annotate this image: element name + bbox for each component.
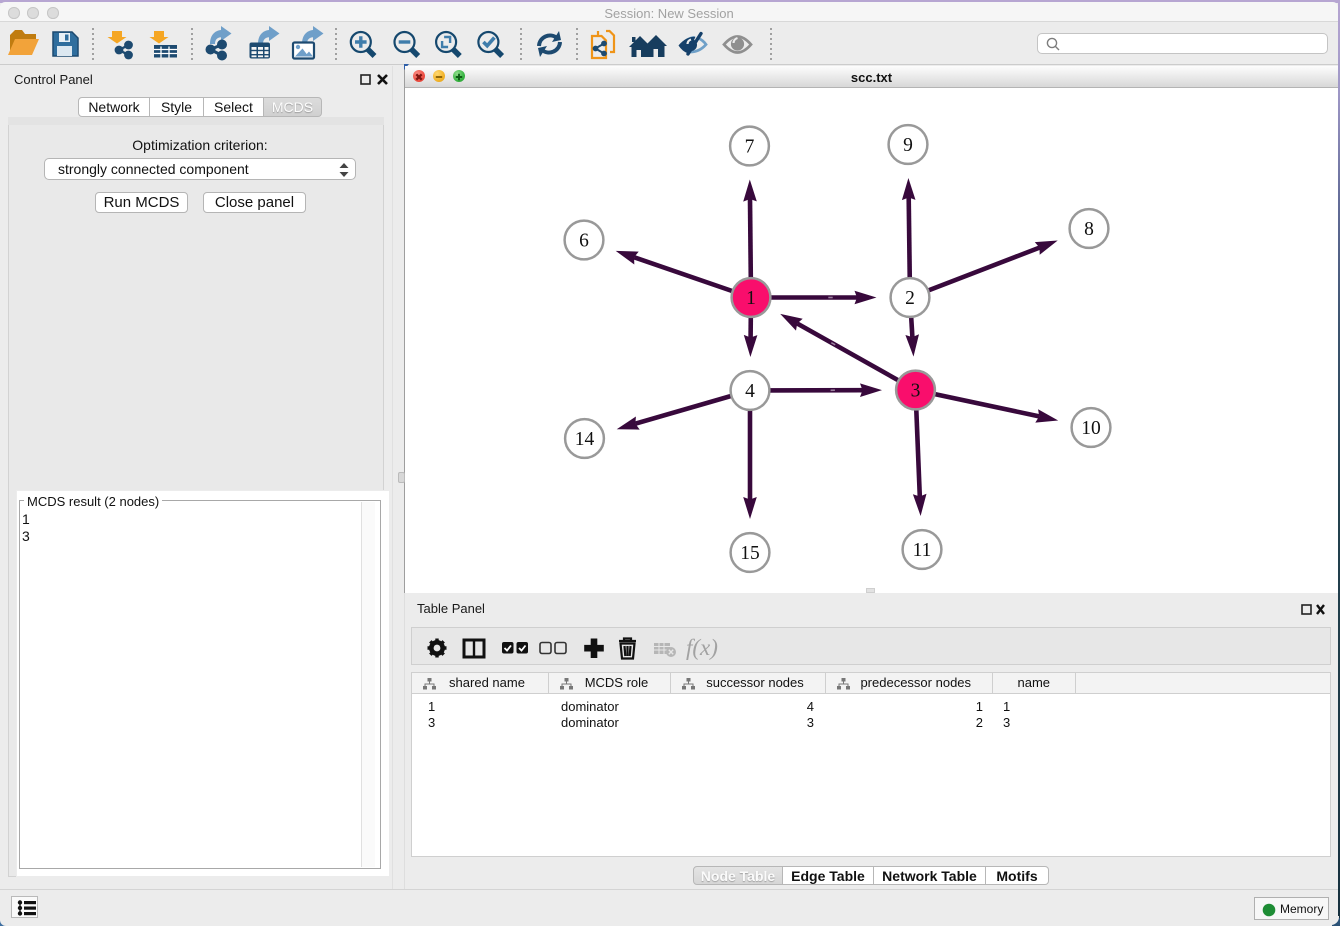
svg-text:14: 14	[575, 429, 595, 450]
svg-text:15: 15	[740, 543, 760, 564]
svg-text:3: 3	[911, 381, 921, 402]
svg-text:7: 7	[745, 137, 755, 158]
svg-text:1: 1	[746, 288, 756, 309]
svg-text:2: 2	[905, 288, 915, 309]
svg-text:11: 11	[913, 540, 932, 561]
svg-text:9: 9	[903, 135, 913, 156]
svg-text:4: 4	[745, 381, 755, 402]
svg-text:10: 10	[1081, 418, 1101, 439]
svg-text:f(x): f(x)	[686, 635, 718, 660]
svg-text:6: 6	[579, 231, 589, 252]
svg-text:8: 8	[1084, 219, 1094, 240]
